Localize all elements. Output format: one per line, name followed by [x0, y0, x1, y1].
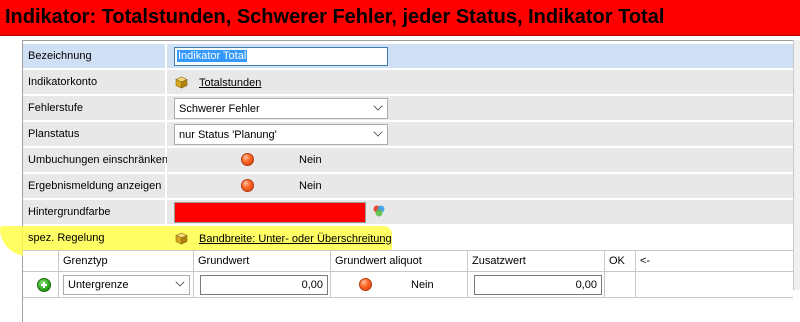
value-cell-spez-regelung: Bandbreite: Unter- oder Überschreitung [167, 226, 793, 251]
scrollbar[interactable] [793, 40, 800, 290]
row-bezeichnung: Bezeichnung Indikator Total [23, 44, 793, 69]
cell-grundwert-aliquot: Nein [331, 272, 468, 298]
value-cell-hintergrundfarbe [167, 200, 793, 225]
cube-icon [175, 76, 188, 89]
grenztyp-select[interactable]: Untergrenze [63, 275, 190, 295]
table-row: Untergrenze 0,00 Nein 0,00 [23, 272, 793, 298]
chevron-down-icon [373, 101, 383, 111]
value-cell-indikatorkonto: Totalstunden [167, 70, 793, 95]
planstatus-select[interactable]: nur Status 'Planung' [174, 124, 388, 145]
col-grundwert-aliquot[interactable]: Grundwert aliquot [331, 251, 468, 273]
row-selector[interactable] [23, 272, 59, 298]
row-spez-regelung: spez. Regelung Bandbreite: Unter- oder Ü… [23, 226, 793, 251]
row-ergebnismeldung: Ergebnismeldung anzeigen Nein [23, 174, 793, 199]
umbuchungen-value: Nein [299, 154, 322, 166]
col-ok[interactable]: OK [605, 251, 636, 273]
value-cell-umbuchungen: Nein [167, 148, 793, 173]
bezeichnung-input[interactable]: Indikator Total [174, 47, 388, 66]
grid-header: Grenztyp Grundwert Grundwert aliquot Zus… [23, 250, 793, 273]
zusatzwert-input[interactable]: 0,00 [474, 275, 602, 295]
label-spez-regelung: spez. Regelung [23, 226, 165, 251]
col-arrow[interactable]: <- [636, 251, 793, 273]
umbuchungen-toggle[interactable] [241, 153, 254, 166]
ergebnismeldung-value: Nein [299, 180, 322, 192]
value-cell-ergebnismeldung: Nein [167, 174, 793, 199]
aliquot-toggle[interactable] [359, 278, 372, 291]
window-title: Indikator: Totalstunden, Schwerer Fehler… [0, 0, 800, 36]
row-hintergrundfarbe: Hintergrundfarbe [23, 200, 793, 225]
chevron-down-icon [175, 277, 185, 287]
value-cell-bezeichnung: Indikator Total [167, 44, 793, 69]
add-icon[interactable] [37, 278, 51, 292]
color-picker-icon[interactable] [372, 204, 386, 218]
cell-zusatzwert: 0,00 [468, 272, 605, 298]
planstatus-select-value: nur Status 'Planung' [179, 129, 277, 141]
fehlerstufe-select-value: Schwerer Fehler [179, 103, 260, 115]
label-fehlerstufe: Fehlerstufe [23, 96, 165, 121]
cell-arrow [636, 272, 793, 298]
grenztyp-select-value: Untergrenze [68, 279, 129, 291]
cell-grenztyp: Untergrenze [59, 272, 194, 298]
aliquot-value: Nein [411, 279, 434, 291]
label-indikatorkonto: Indikatorkonto [23, 70, 165, 95]
label-hintergrundfarbe: Hintergrundfarbe [23, 200, 165, 225]
indikatorkonto-link[interactable]: Totalstunden [199, 77, 261, 89]
value-cell-fehlerstufe: Schwerer Fehler [167, 96, 793, 121]
bezeichnung-input-text: Indikator Total [177, 50, 248, 62]
row-planstatus: Planstatus nur Status 'Planung' [23, 122, 793, 147]
row-umbuchungen: Umbuchungen einschränken Nein [23, 148, 793, 173]
col-grundwert[interactable]: Grundwert [194, 251, 331, 273]
hintergrundfarbe-swatch[interactable] [174, 202, 366, 223]
value-cell-planstatus: nur Status 'Planung' [167, 122, 793, 147]
spez-regelung-link[interactable]: Bandbreite: Unter- oder Überschreitung [199, 233, 392, 245]
col-grenztyp[interactable]: Grenztyp [59, 251, 194, 273]
cell-ok[interactable] [605, 272, 636, 298]
row-fehlerstufe: Fehlerstufe Schwerer Fehler [23, 96, 793, 121]
grundwert-input[interactable]: 0,00 [200, 275, 328, 295]
grid-header-rowselector [23, 251, 59, 273]
label-umbuchungen: Umbuchungen einschränken [23, 148, 168, 173]
cell-grundwert: 0,00 [194, 272, 331, 298]
ergebnismeldung-toggle[interactable] [241, 179, 254, 192]
chevron-down-icon [373, 127, 383, 137]
label-planstatus: Planstatus [23, 122, 165, 147]
col-zusatzwert[interactable]: Zusatzwert [468, 251, 605, 273]
row-indikatorkonto: Indikatorkonto Totalstunden [23, 70, 793, 95]
fehlerstufe-select[interactable]: Schwerer Fehler [174, 98, 388, 119]
label-bezeichnung: Bezeichnung [23, 44, 165, 69]
label-ergebnismeldung: Ergebnismeldung anzeigen [23, 174, 165, 199]
cube-icon [175, 232, 188, 245]
